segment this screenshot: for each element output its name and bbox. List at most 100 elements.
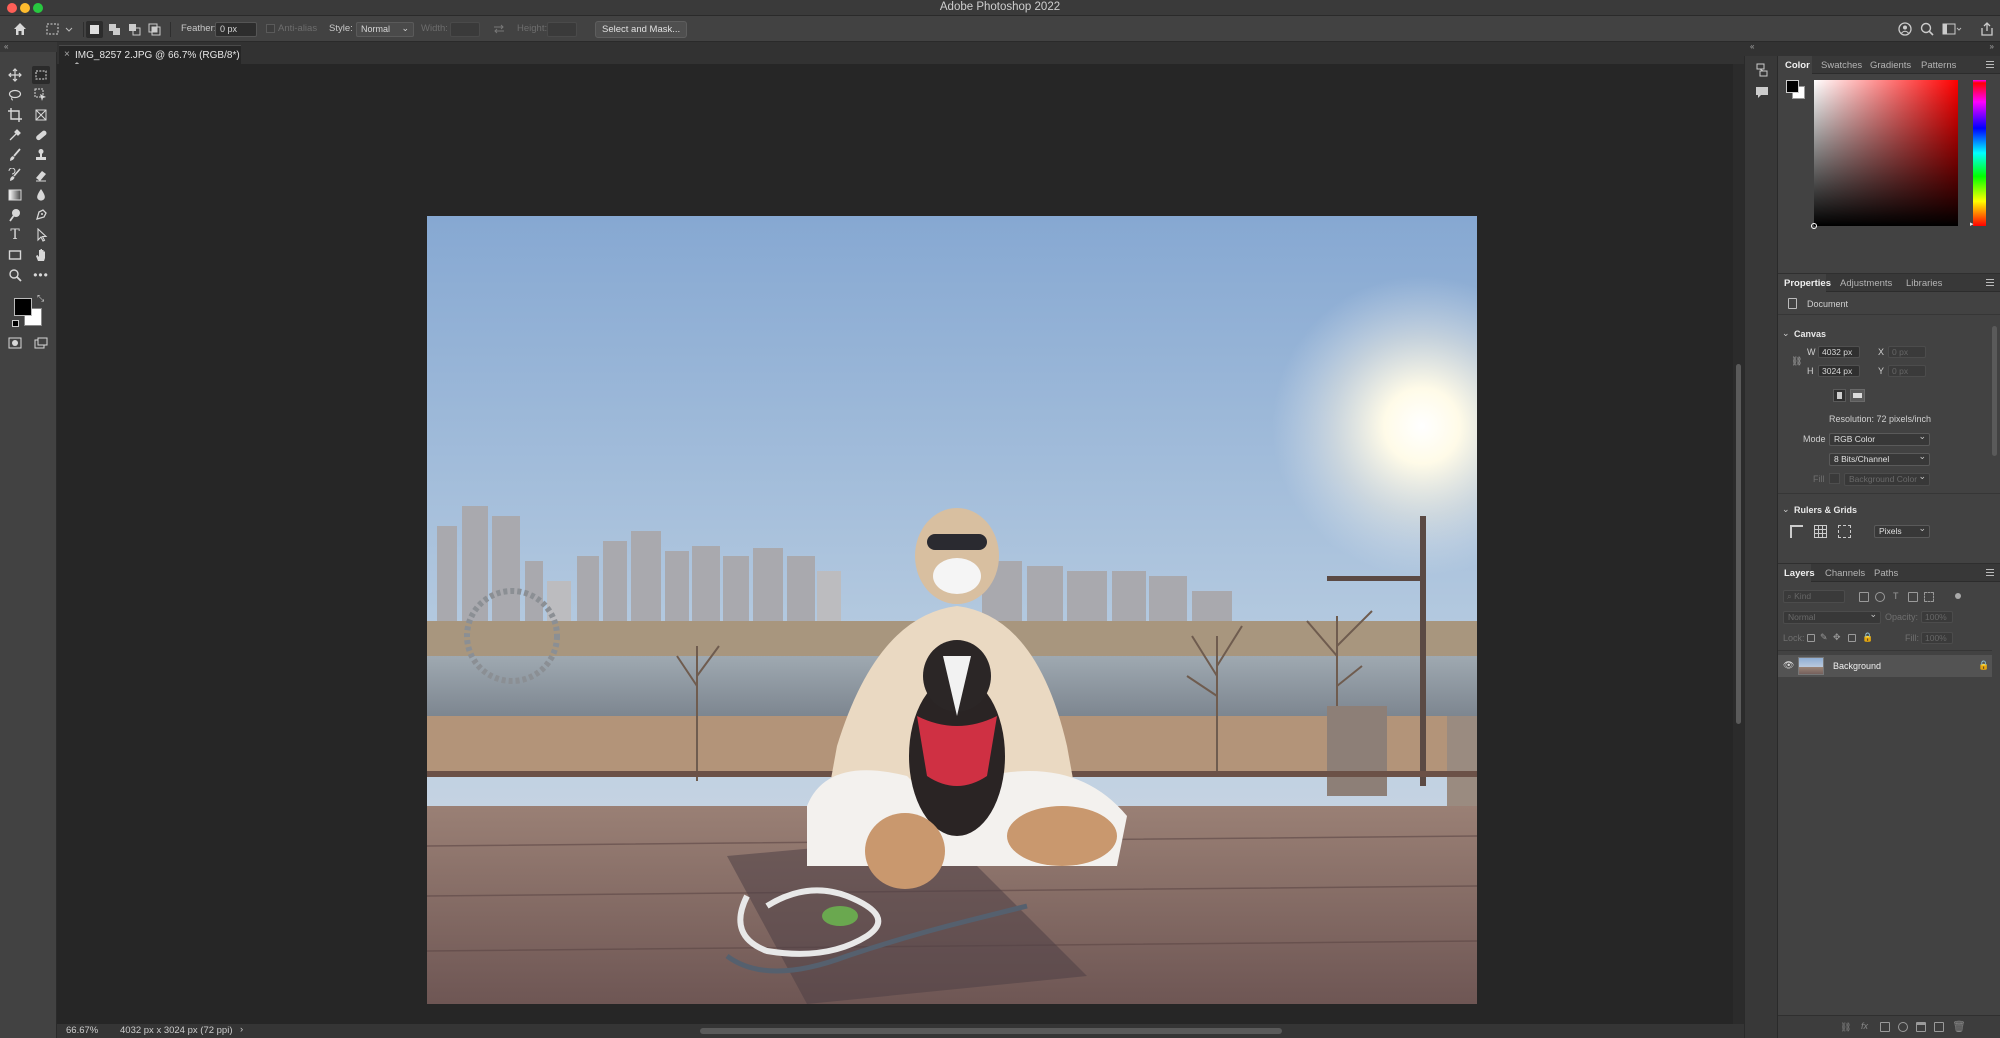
hand-tool[interactable] [32,246,50,264]
tool-preset-picker[interactable] [44,21,74,38]
dodge-tool[interactable] [6,206,24,224]
smart-object-filter-icon[interactable] [1924,592,1934,602]
search-button[interactable] [1919,21,1935,37]
type-filter-icon[interactable]: T [1893,591,1899,601]
screen-mode-button[interactable] [32,334,50,352]
foreground-color-swatch[interactable] [14,298,32,316]
color-panel-menu-icon[interactable] [1986,61,1994,68]
units-select[interactable]: Pixels [1874,523,1930,538]
eye-icon[interactable]: 👁 [1783,660,1794,671]
intersect-selection-button[interactable] [146,21,163,38]
type-tool[interactable]: T [6,226,24,244]
collapse-tools-icon[interactable]: « [0,42,57,52]
share-button[interactable] [1979,21,1995,37]
canvas-collapse-icon[interactable]: ⌄ [1782,328,1790,339]
color-fg-swatch[interactable] [1786,80,1799,93]
tab-patterns[interactable]: Patterns [1921,60,1956,71]
collapse-dock-icon[interactable]: « [1750,42,1754,51]
tab-layers[interactable]: Layers [1784,568,1815,579]
workspace-button[interactable] [1941,21,1963,37]
close-tab-icon[interactable]: × [64,49,70,60]
gradient-tool[interactable] [6,186,24,204]
subtract-from-selection-button[interactable] [126,21,143,38]
height-input[interactable] [547,22,577,37]
lock-artboard-icon[interactable] [1848,634,1856,642]
fill-color-swatch[interactable] [1829,473,1840,484]
add-to-selection-button[interactable] [106,21,123,38]
eraser-tool[interactable] [32,166,50,184]
pen-tool[interactable] [32,206,50,224]
quick-mask-button[interactable] [6,334,24,352]
status-info-menu-icon[interactable]: › [240,1024,243,1035]
landscape-orientation-button[interactable] [1850,389,1865,402]
style-select[interactable]: Normal ⌄ [356,22,414,37]
add-mask-icon[interactable] [1880,1022,1890,1032]
new-selection-button[interactable] [86,21,103,38]
anti-alias-checkbox[interactable] [266,24,275,33]
history-brush-tool[interactable] [6,166,24,184]
pixel-filter-icon[interactable] [1859,592,1869,602]
canvas-area[interactable] [57,64,1733,1024]
rectangular-marquee-tool[interactable] [32,66,50,84]
vertical-scroll-thumb[interactable] [1736,364,1741,724]
zoom-tool[interactable] [6,266,24,284]
width-input[interactable] [450,22,480,37]
fill-opacity-input[interactable]: 100% [1921,632,1953,644]
ruler-toggle-icon[interactable] [1790,525,1803,538]
swap-width-height-button[interactable] [492,23,506,35]
filter-toggle-icon[interactable] [1955,593,1961,599]
select-and-mask-button[interactable]: Select and Mask... [595,21,688,38]
document-tab[interactable]: × IMG_8257 2.JPG @ 66.7% (RGB/8*) * [59,45,241,72]
horizontal-scroll-thumb[interactable] [700,1028,1282,1034]
feather-input[interactable]: 0 px [215,22,257,37]
grid-toggle-icon[interactable] [1814,525,1827,538]
path-selection-tool[interactable] [32,226,50,244]
layer-name[interactable]: Background [1833,661,1881,671]
edit-toolbar-button[interactable]: ••• [32,266,50,284]
lock-position-icon[interactable]: ✥ [1833,632,1841,643]
lock-transparency-icon[interactable] [1807,634,1815,642]
crop-tool[interactable] [6,106,24,124]
zoom-level[interactable]: 66.67% [66,1025,98,1036]
history-panel-button[interactable] [1754,62,1770,78]
layers-panel-menu-icon[interactable] [1986,569,1994,576]
lasso-tool[interactable] [6,86,24,104]
tab-properties[interactable]: Properties [1784,278,1831,289]
opacity-input[interactable]: 100% [1921,611,1953,623]
object-selection-tool[interactable] [32,86,50,104]
home-button[interactable] [12,21,30,37]
move-tool[interactable] [6,66,24,84]
layer-filter-kind[interactable]: ⌕ Kind [1783,590,1845,603]
adjustment-filter-icon[interactable] [1875,592,1885,602]
document-image[interactable] [427,216,1477,1004]
fx-icon[interactable]: fx [1861,1021,1868,1031]
link-layers-icon[interactable]: ⛓ [1840,1022,1851,1033]
tab-libraries[interactable]: Libraries [1906,278,1942,289]
mode-select[interactable]: RGB Color [1829,431,1930,446]
canvas-y-input[interactable]: 0 px [1888,365,1926,377]
frame-tool[interactable] [32,106,50,124]
properties-panel-menu-icon[interactable] [1986,279,1994,286]
blend-mode-select[interactable]: Normal [1783,609,1881,624]
account-button[interactable] [1897,21,1913,37]
new-group-icon[interactable] [1916,1022,1926,1032]
new-layer-icon[interactable] [1934,1022,1944,1032]
trash-icon[interactable]: 🗑 [1952,1020,1966,1033]
hue-slider-handle[interactable]: ▸ [1970,220,1974,228]
vertical-scrollbar[interactable] [1733,64,1744,1024]
layer-row[interactable]: 👁 Background 🔒 [1778,655,1992,677]
lock-pixels-icon[interactable]: ✎ [1820,632,1828,643]
eyedropper-tool[interactable] [6,126,24,144]
rulers-collapse-icon[interactable]: ⌄ [1782,504,1790,515]
canvas-height-input[interactable]: 3024 px [1818,365,1860,377]
swap-colors-icon[interactable]: ⤡ [37,293,44,304]
new-adjustment-icon[interactable] [1898,1022,1908,1032]
color-picker-handle[interactable] [1811,223,1817,229]
guides-toggle-icon[interactable] [1838,525,1851,538]
blur-tool[interactable] [32,186,50,204]
clone-stamp-tool[interactable] [32,146,50,164]
tab-gradients[interactable]: Gradients [1870,60,1911,71]
tab-swatches[interactable]: Swatches [1821,60,1862,71]
tab-paths[interactable]: Paths [1874,568,1898,579]
shape-filter-icon[interactable] [1908,592,1918,602]
